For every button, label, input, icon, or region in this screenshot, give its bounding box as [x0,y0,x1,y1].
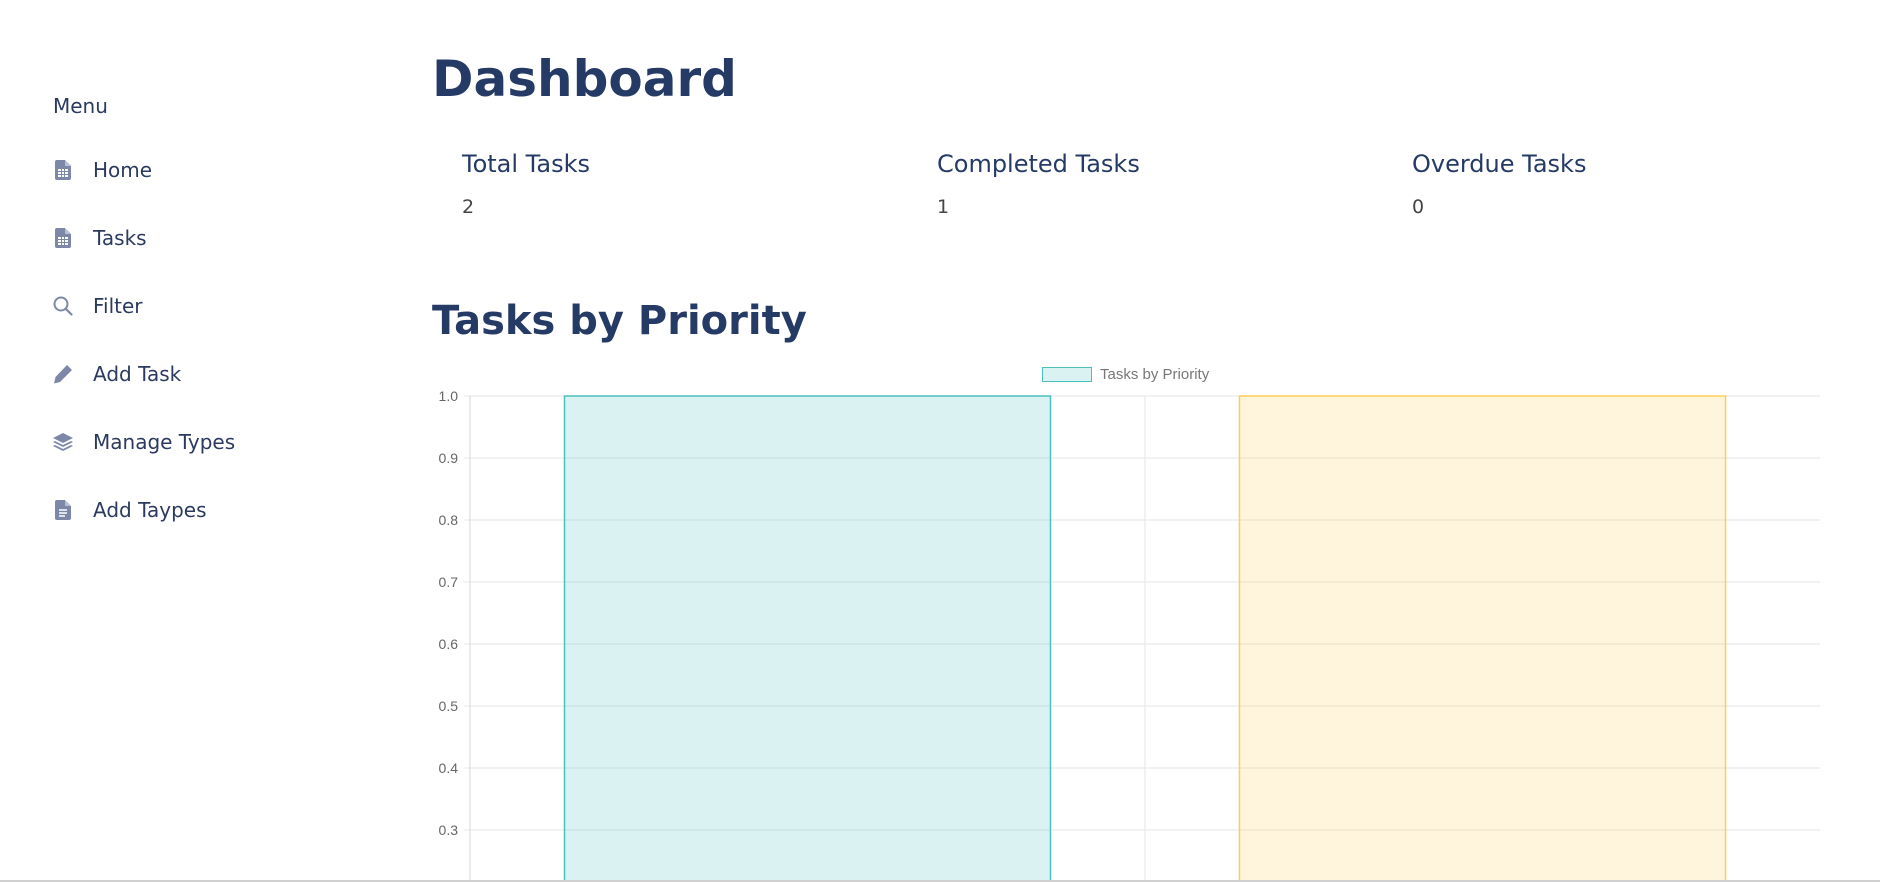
sidebar-item-label: Tasks [93,226,147,250]
y-tick-label: 0.3 [439,822,459,838]
stat-total-tasks: Total Tasks 2 [462,150,590,218]
sidebar-item-add-taypes[interactable]: Add Taypes [53,493,207,527]
y-tick-label: 0.9 [439,450,459,466]
chart-section-title: Tasks by Priority [432,298,807,344]
y-tick-label: 0.5 [439,698,459,714]
sidebar-item-label: Add Task [93,362,182,386]
table-file-icon [53,227,73,249]
y-tick-label: 0.8 [439,512,459,528]
y-tick-label: 0.4 [439,760,459,776]
stat-title: Completed Tasks [937,150,1140,178]
sidebar-item-label: Manage Types [93,430,236,454]
page-title: Dashboard [432,50,737,108]
chart-canvas: 1.0 0.9 0.8 0.7 0.6 0.5 0.4 0.3 [439,388,1820,882]
sidebar-item-add-task[interactable]: Add Task [53,357,181,391]
bar-1 [563,395,1052,882]
search-icon [53,295,73,317]
stat-value: 2 [462,196,475,218]
y-tick-label: 0.7 [439,574,459,590]
document-icon [53,499,73,521]
menu-label: Menu [53,94,108,118]
sidebar-item-manage-types[interactable]: Manage Types [53,425,235,459]
bar-2 [1238,395,1727,882]
stat-value: 1 [937,196,950,218]
stat-value: 0 [1412,196,1425,218]
stat-title: Overdue Tasks [1412,150,1587,178]
sidebar-item-label: Filter [93,294,143,318]
sidebar-item-label: Home [93,158,153,182]
sidebar-item-home[interactable]: Home [53,153,152,187]
stat-overdue-tasks: Overdue Tasks 0 [1412,150,1586,218]
y-tick-label: 0.6 [439,636,459,652]
sidebar-item-label: Add Taypes [93,498,207,522]
pencil-icon [53,363,73,385]
stat-completed-tasks: Completed Tasks 1 [937,150,1140,218]
table-file-icon [53,159,73,181]
y-tick-label: 1.0 [439,388,459,404]
sidebar: Menu Home Tasks Filter Add Task Manage T… [0,0,380,882]
layers-icon [53,431,73,453]
sidebar-item-filter[interactable]: Filter [53,289,143,323]
priority-chart: Tasks by Priority 1.0 0.9 0.8 0.7 0.6 0.5 0.4 0… [432,360,1832,882]
sidebar-item-tasks[interactable]: Tasks [53,221,147,255]
stat-title: Total Tasks [462,150,590,178]
